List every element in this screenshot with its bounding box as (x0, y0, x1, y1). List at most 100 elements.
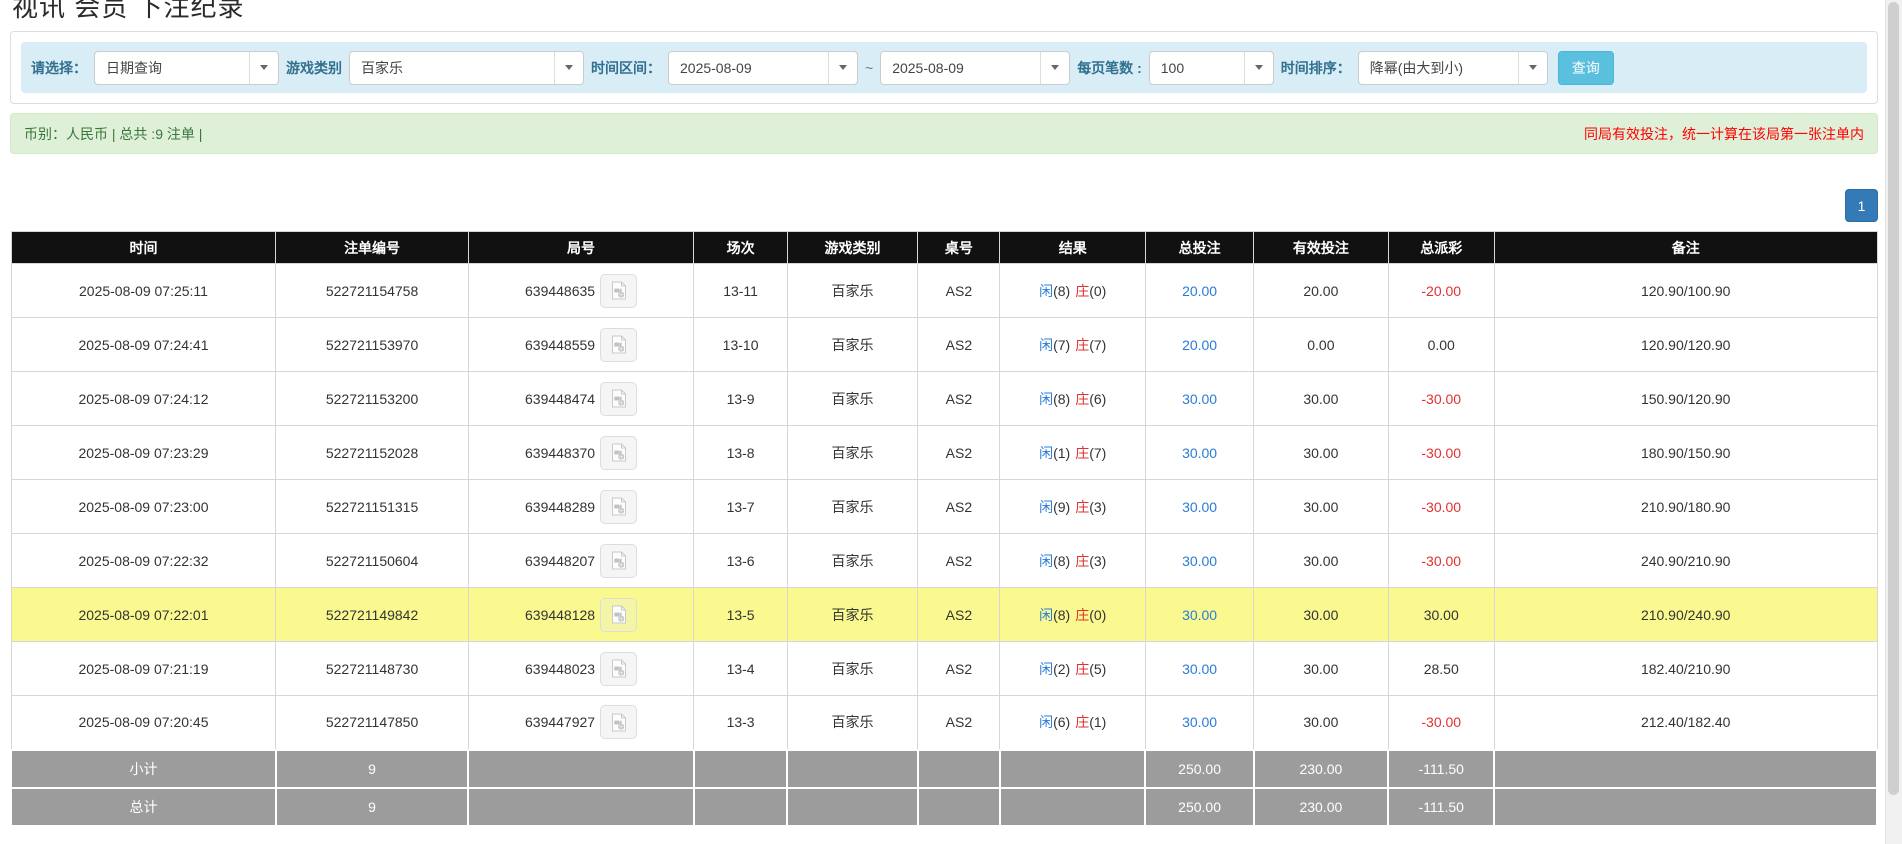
video-replay-button[interactable] (600, 436, 637, 470)
column-header: 总投注 (1145, 232, 1253, 264)
cell-time: 2025-08-09 07:23:29 (11, 426, 276, 480)
cell-round: 639448635 (468, 264, 694, 318)
cell-bet-id: 522721150604 (276, 534, 468, 588)
date-from-select[interactable]: 2025-08-09 (668, 51, 858, 85)
round-id: 639448474 (525, 391, 595, 407)
table-row: 2025-08-09 07:23:00 522721151315 6394482… (11, 480, 1877, 534)
cell-total-payout: 30.00 (1388, 588, 1494, 642)
cell-valid-bet: 0.00 (1254, 318, 1388, 372)
cell-total-bet[interactable]: 30.00 (1145, 480, 1253, 534)
banker-score: (1) (1089, 714, 1106, 730)
player-score: (6) (1053, 714, 1070, 730)
game-category-select[interactable]: 百家乐 (349, 51, 584, 85)
cell-total-bet[interactable]: 30.00 (1145, 642, 1253, 696)
cell-result: 闲(9)庄(3) (1000, 480, 1146, 534)
column-header: 结果 (1000, 232, 1146, 264)
video-file-icon (610, 605, 628, 624)
cell-session: 13-11 (694, 264, 787, 318)
player-label: 闲 (1039, 337, 1053, 353)
cell-time: 2025-08-09 07:22:32 (11, 534, 276, 588)
player-label: 闲 (1039, 553, 1053, 569)
cell-session: 13-8 (694, 426, 787, 480)
video-replay-button[interactable] (600, 490, 637, 524)
banker-label: 庄 (1075, 337, 1089, 353)
video-replay-button[interactable] (600, 705, 637, 739)
player-score: (8) (1053, 283, 1070, 299)
cell-session: 13-9 (694, 372, 787, 426)
game-category-value: 百家乐 (350, 58, 414, 78)
cell-total-bet[interactable]: 30.00 (1145, 534, 1253, 588)
video-file-icon (610, 713, 628, 732)
per-page-select[interactable]: 100 (1149, 51, 1274, 85)
cell-bet-id: 522721148730 (276, 642, 468, 696)
table-header: 时间注单编号局号场次游戏类别桌号结果总投注有效投注总派彩备注 (11, 232, 1877, 264)
cell-total-bet[interactable]: 20.00 (1145, 264, 1253, 318)
cell-total-bet[interactable]: 30.00 (1145, 372, 1253, 426)
cell-total-bet[interactable]: 30.00 (1145, 696, 1253, 750)
cell-remark: 210.90/180.90 (1494, 480, 1877, 534)
video-replay-button[interactable] (600, 544, 637, 578)
subtotal-empty-cell (1000, 750, 1146, 788)
cell-session: 13-3 (694, 696, 787, 750)
video-replay-button[interactable] (600, 382, 637, 416)
query-type-select[interactable]: 日期查询 (94, 51, 279, 85)
cell-valid-bet: 30.00 (1254, 696, 1388, 750)
cell-bet-id: 522721147850 (276, 696, 468, 750)
total-empty-cell (1000, 788, 1146, 826)
video-replay-button[interactable] (600, 328, 637, 362)
cell-remark: 120.90/100.90 (1494, 264, 1877, 318)
cell-round: 639448559 (468, 318, 694, 372)
table-row: 2025-08-09 07:22:32 522721150604 6394482… (11, 534, 1877, 588)
video-replay-button[interactable] (600, 598, 637, 632)
cell-total-bet[interactable]: 20.00 (1145, 318, 1253, 372)
subtotal-payout: -111.50 (1388, 750, 1494, 788)
cell-total-bet[interactable]: 30.00 (1145, 588, 1253, 642)
cell-remark: 212.40/182.40 (1494, 696, 1877, 750)
player-label: 闲 (1039, 661, 1053, 677)
cell-total-bet[interactable]: 30.00 (1145, 426, 1253, 480)
banker-score: (6) (1089, 391, 1106, 407)
cell-round: 639448023 (468, 642, 694, 696)
cell-time: 2025-08-09 07:22:01 (11, 588, 276, 642)
banker-label: 庄 (1075, 661, 1089, 677)
player-score: (8) (1053, 391, 1070, 407)
player-score: (1) (1053, 445, 1070, 461)
table-row: 2025-08-09 07:24:12 522721153200 6394484… (11, 372, 1877, 426)
video-replay-button[interactable] (600, 652, 637, 686)
player-label: 闲 (1039, 607, 1053, 623)
chevron-down-icon (249, 52, 278, 84)
table-row: 2025-08-09 07:23:29 522721152028 6394483… (11, 426, 1877, 480)
banker-score: (7) (1089, 445, 1106, 461)
date-to-value: 2025-08-09 (881, 60, 975, 76)
time-sort-select[interactable]: 降幂(由大到小) (1358, 51, 1548, 85)
cell-table-number: AS2 (918, 372, 1000, 426)
subtotal-empty-cell (918, 750, 1000, 788)
cell-bet-id: 522721152028 (276, 426, 468, 480)
cell-game-category: 百家乐 (787, 642, 918, 696)
banker-score: (3) (1089, 499, 1106, 515)
title-container: 视讯 会员 下注纪录 (12, 0, 1878, 21)
video-replay-button[interactable] (600, 274, 637, 308)
search-button[interactable]: 查询 (1558, 51, 1614, 85)
pagination: 1 (10, 189, 1878, 222)
total-payout: -111.50 (1388, 788, 1494, 826)
cell-remark: 240.90/210.90 (1494, 534, 1877, 588)
query-type-label: 请选择： (31, 58, 87, 78)
chevron-down-icon (828, 52, 857, 84)
chevron-down-icon (1244, 52, 1273, 84)
date-to-select[interactable]: 2025-08-09 (880, 51, 1070, 85)
cell-time: 2025-08-09 07:25:11 (11, 264, 276, 318)
subtotal-empty-cell (787, 750, 918, 788)
banker-label: 庄 (1075, 553, 1089, 569)
subtotal-empty-cell (694, 750, 787, 788)
pagination-page-1-button[interactable]: 1 (1845, 189, 1878, 222)
total-empty-cell (694, 788, 787, 826)
cell-session: 13-10 (694, 318, 787, 372)
vertical-scrollbar[interactable] (1885, 0, 1902, 844)
table-body: 2025-08-09 07:25:11 522721154758 6394486… (11, 264, 1877, 750)
scrollbar-thumb[interactable] (1888, 2, 1899, 795)
summary-bar: 币别：人民币 | 总共 :9 注单 | 同局有效投注，统一计算在该局第一张注单内 (10, 113, 1878, 154)
cell-table-number: AS2 (918, 696, 1000, 750)
cell-session: 13-4 (694, 642, 787, 696)
cell-round: 639448207 (468, 534, 694, 588)
